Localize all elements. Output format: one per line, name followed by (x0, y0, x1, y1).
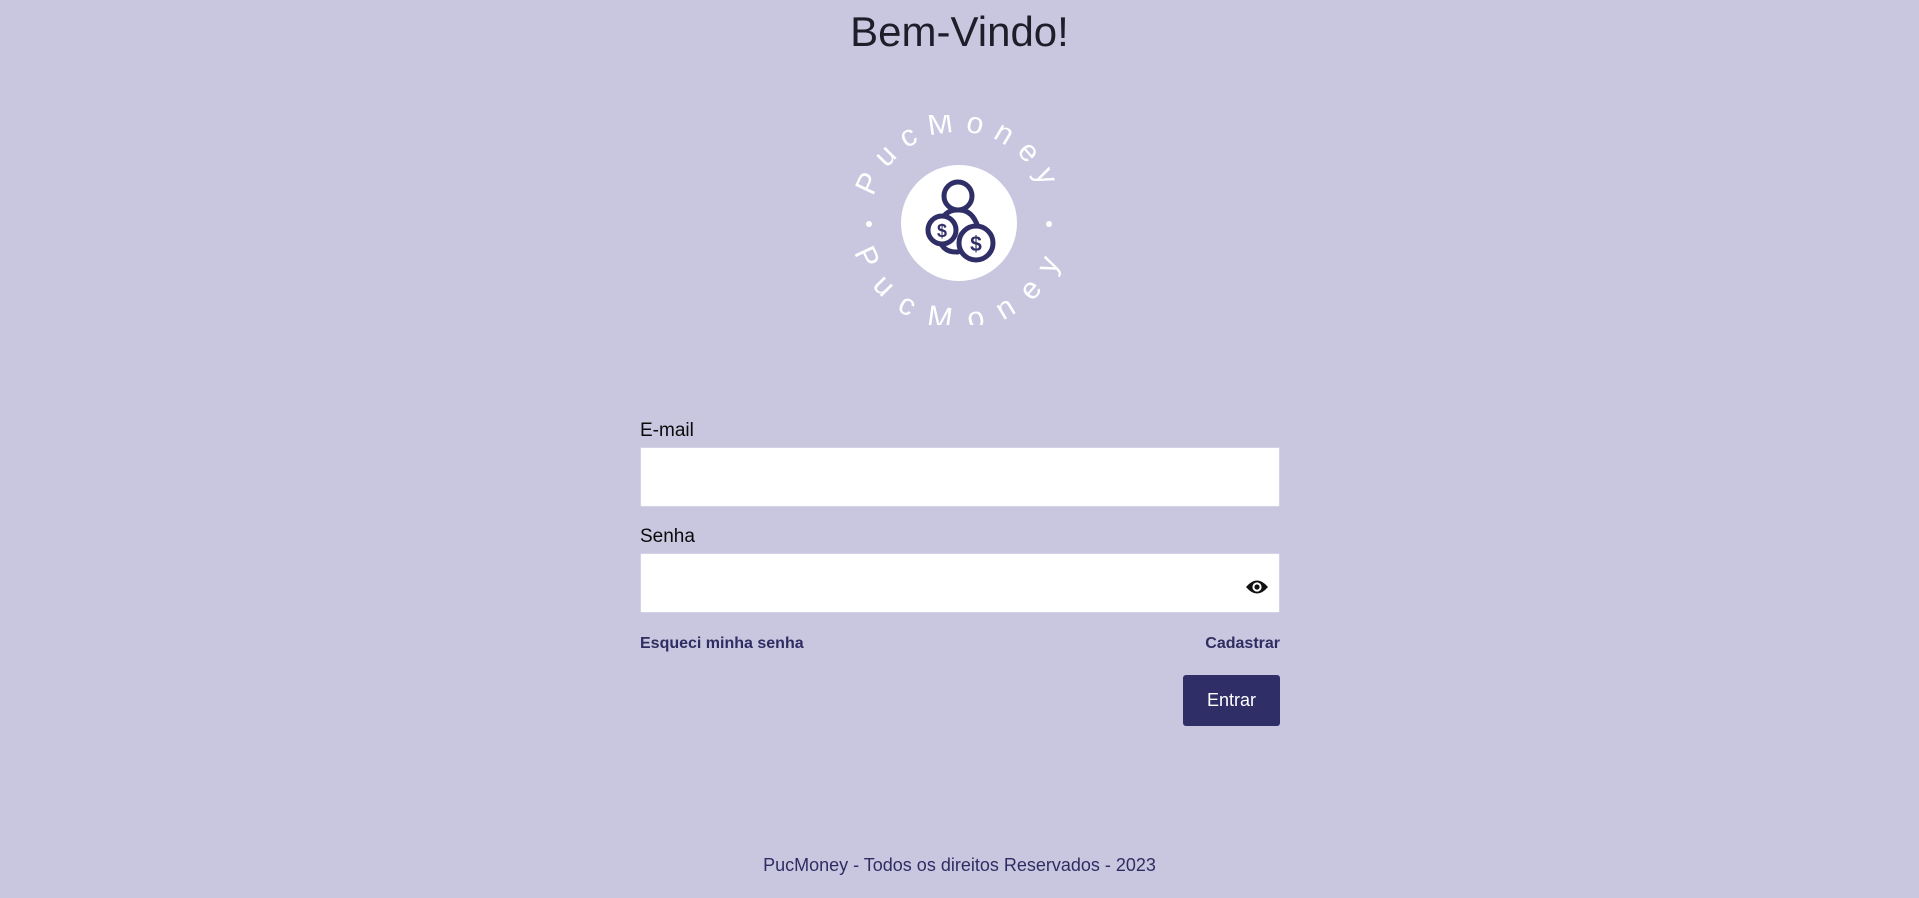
page-title: Bem-Vindo! (850, 8, 1069, 55)
person-with-coins-icon: PucMoney PucMoney $ $ (848, 105, 1060, 338)
email-input[interactable] (641, 448, 1279, 506)
submit-row: Entrar (640, 675, 1280, 726)
login-form: E-mail Senha Esqueci minha senha Cadastr… (640, 420, 1280, 726)
password-input[interactable] (641, 554, 1279, 612)
password-group: Senha (640, 526, 1280, 613)
form-links: Esqueci minha senha Cadastrar (640, 635, 1280, 653)
svg-text:$: $ (970, 233, 982, 256)
svg-text:$: $ (937, 221, 947, 241)
register-link[interactable]: Cadastrar (1205, 635, 1280, 653)
forgot-password-link[interactable]: Esqueci minha senha (640, 635, 804, 653)
password-label: Senha (640, 526, 695, 547)
email-field-box (640, 447, 1280, 507)
email-group: E-mail (640, 420, 1280, 507)
eye-icon[interactable] (1245, 578, 1269, 596)
pucmoney-logo: PucMoney PucMoney $ $ (848, 105, 1064, 338)
password-field-box (640, 553, 1280, 613)
login-button[interactable]: Entrar (1183, 675, 1280, 726)
email-label: E-mail (640, 420, 694, 441)
footer-text: PucMoney - Todos os direitos Reservados … (763, 855, 1156, 875)
